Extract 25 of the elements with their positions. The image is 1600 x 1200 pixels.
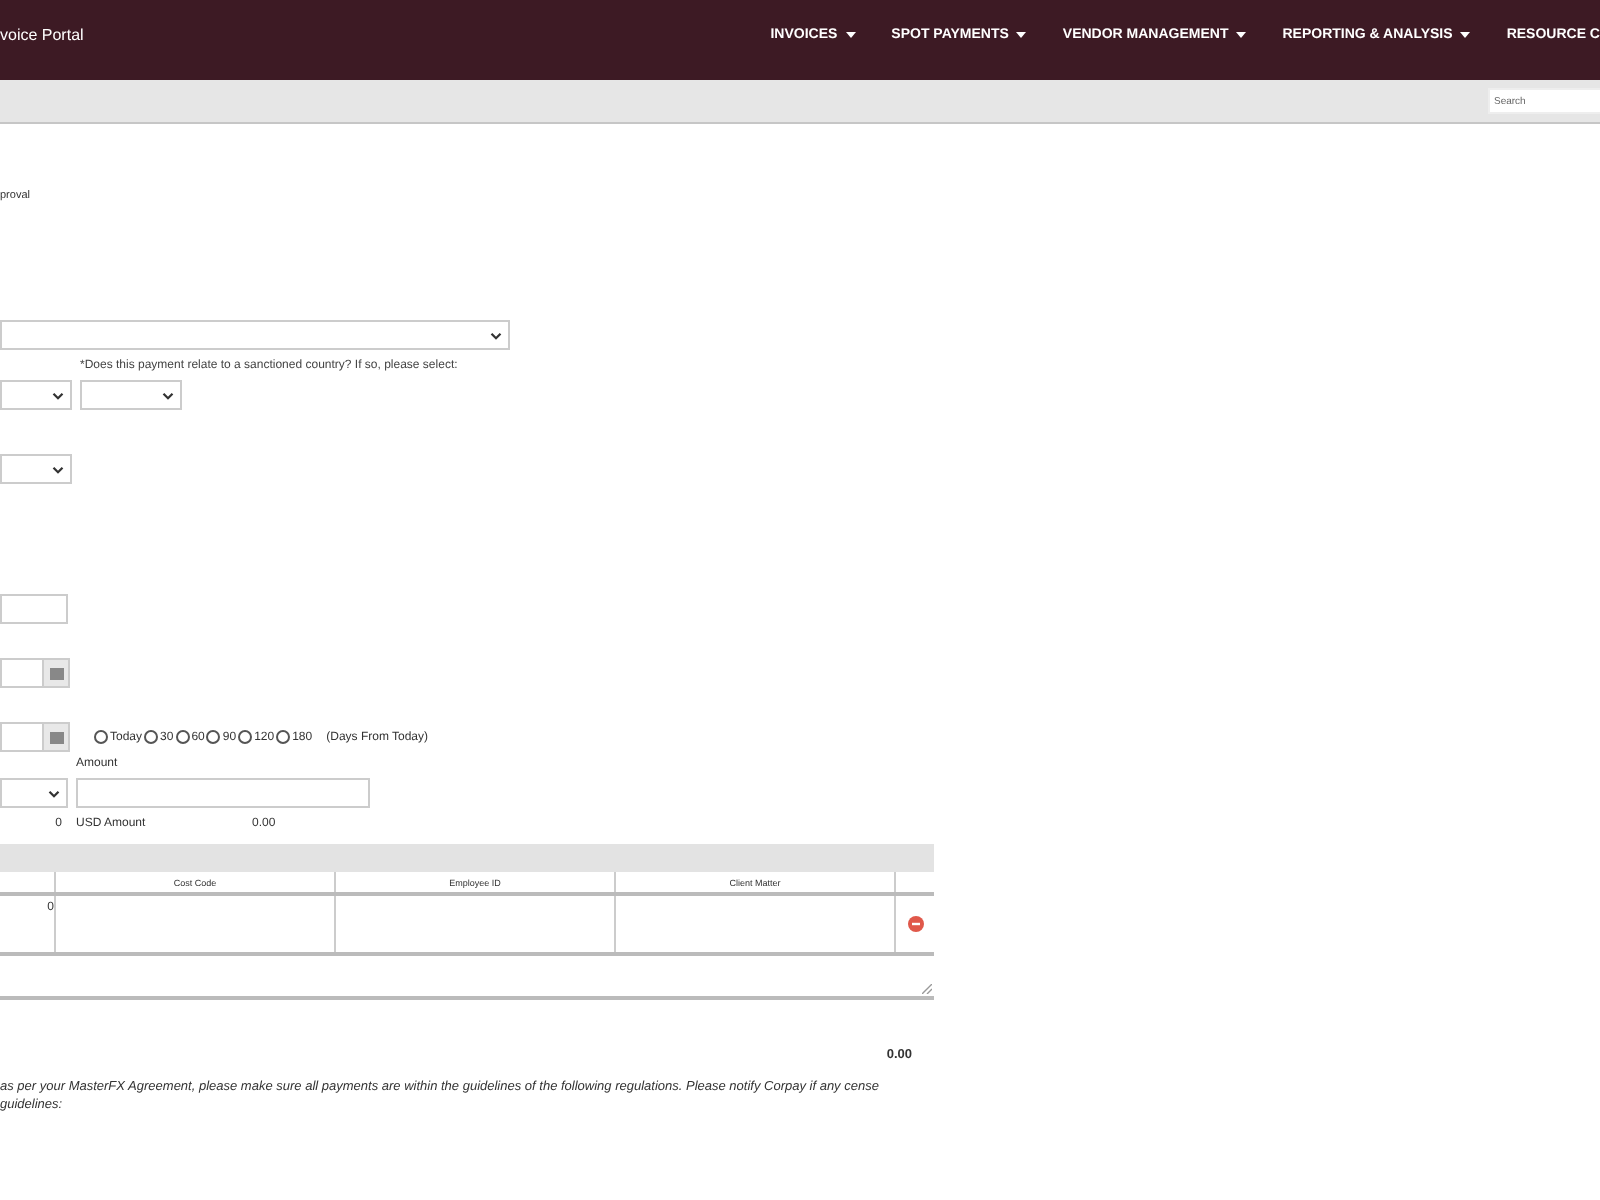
calendar-button[interactable] (42, 660, 68, 686)
chevron-down-icon (48, 789, 60, 797)
caret-icon (1016, 31, 1027, 37)
caret-icon (845, 31, 856, 37)
sanctioned-country-dropdown[interactable] (80, 380, 182, 410)
chevron-down-icon (490, 331, 502, 339)
chevron-down-icon (52, 391, 64, 399)
caret-icon (1460, 31, 1471, 37)
chevron-down-icon (52, 465, 64, 473)
chevron-down-icon (162, 391, 174, 399)
calendar-icon (49, 666, 63, 680)
caret-icon (1236, 31, 1247, 37)
calendar-icon (49, 730, 63, 744)
dropdown[interactable] (0, 320, 510, 350)
dropdown[interactable] (0, 454, 72, 484)
input-field[interactable] (0, 594, 68, 624)
resize-grip-icon[interactable] (922, 984, 932, 994)
date-field[interactable] (0, 658, 70, 688)
currency-dropdown[interactable] (0, 778, 68, 808)
amount-field[interactable] (76, 778, 370, 808)
date-field[interactable] (0, 722, 70, 752)
calendar-button[interactable] (42, 724, 68, 750)
remove-icon[interactable] (907, 916, 923, 932)
portal-title: voice Portal (0, 25, 84, 43)
dropdown[interactable] (0, 380, 72, 410)
